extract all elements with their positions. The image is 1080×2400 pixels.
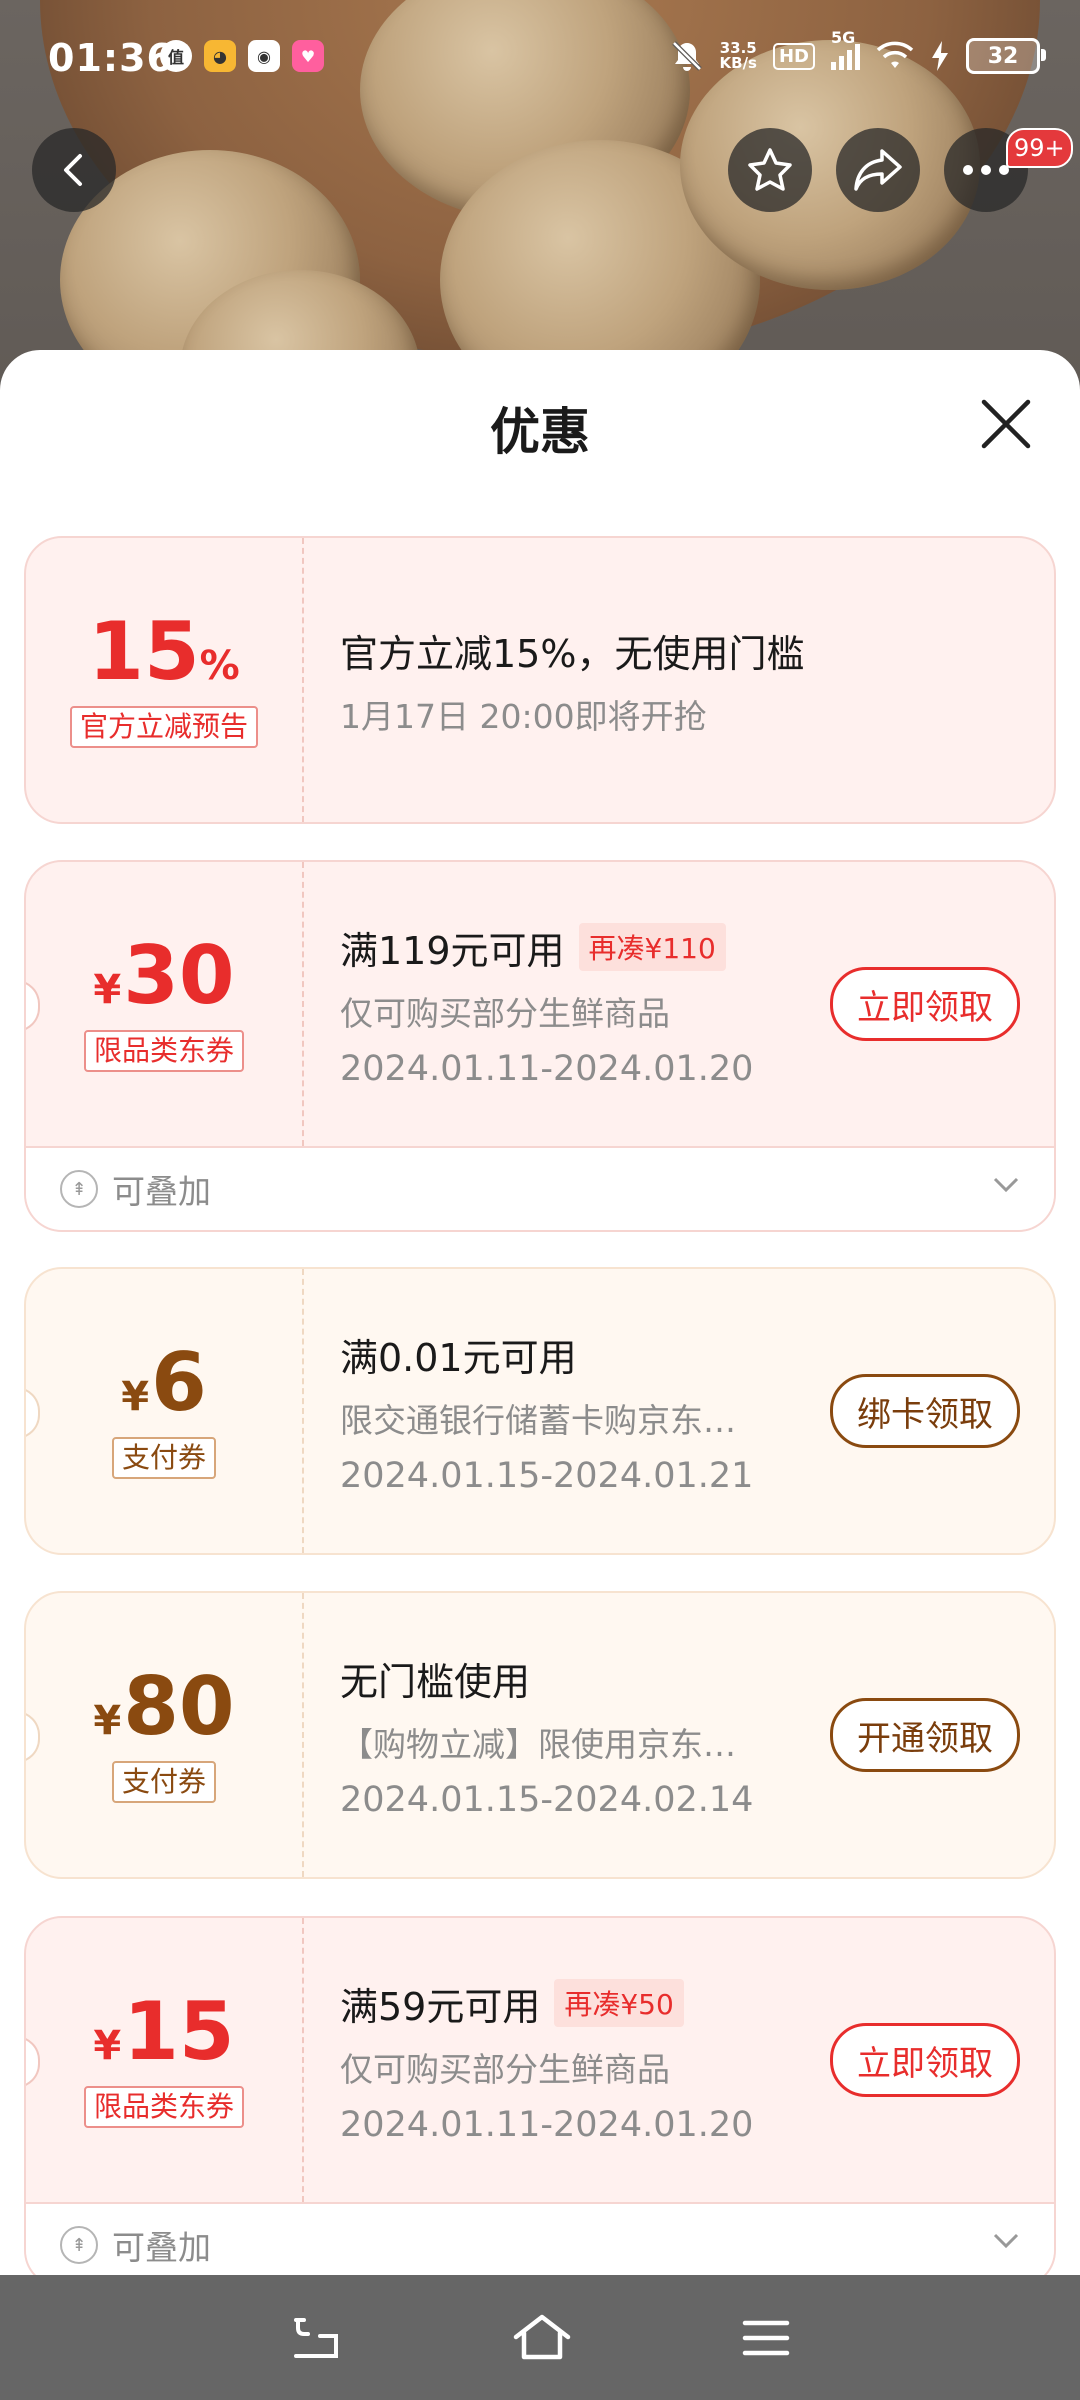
stack-icon: ⇞ (60, 1170, 98, 1208)
coupon-card: ¥ 30 限品类东券 满119元可用 再凑¥110 仅可购买部分生鲜商品 202… (24, 860, 1056, 1232)
sheet-title: 优惠 (490, 403, 590, 461)
nav-menu-icon[interactable] (742, 2318, 790, 2358)
coupon-scope: 限交通银行储蓄卡购京东… (340, 1400, 736, 1440)
add-more-tag: 再凑¥110 (578, 923, 726, 971)
coupon-start-time: 1月17日 20:00即将开抢 (340, 696, 707, 736)
app-notification-icon: ♥ (292, 40, 324, 72)
coupon-validity: 2024.01.11-2024.01.20 (340, 2104, 754, 2145)
hd-icon: HD (772, 42, 815, 70)
coupon-card: ¥ 80 支付券 无门槛使用 【购物立减】限使用京东… 2024.01.15-2… (24, 1591, 1056, 1879)
coupon-type-tag: 官方立减预告 (69, 706, 258, 748)
battery-level: 32 (987, 43, 1019, 69)
coupon-validity: 2024.01.15-2024.01.21 (340, 1455, 754, 1496)
stackable-label: 可叠加 (112, 1172, 211, 1211)
currency-symbol: ¥ (93, 2023, 122, 2069)
coupon-threshold: 满119元可用 (340, 928, 565, 973)
coupon-threshold: 满59元可用 (340, 1984, 541, 2029)
star-icon (748, 148, 792, 191)
currency-symbol: ¥ (93, 1698, 122, 1744)
stackable-label: 可叠加 (112, 2228, 211, 2267)
chevron-down-icon[interactable] (992, 1176, 1020, 1194)
coupon-threshold: 满0.01元可用 (340, 1335, 577, 1380)
wifi-icon (876, 41, 914, 68)
back-button[interactable] (32, 128, 116, 212)
clock: 01:36 (48, 36, 174, 80)
add-more-tag: 再凑¥50 (554, 1979, 684, 2027)
nav-home-icon[interactable] (512, 2313, 572, 2363)
coupon-value: 15 % 官方立减预告 (26, 538, 302, 822)
coupon-amount: 30 (123, 929, 235, 1022)
status-indicators: 33.5 KB/s HD 5G 32 (670, 28, 1046, 74)
currency-symbol: ¥ (93, 967, 122, 1013)
coupon-type-tag: 支付券 (111, 1761, 216, 1803)
system-nav-bar (0, 2275, 1080, 2400)
more-icon (963, 165, 1009, 175)
coupon-amount: 15 (123, 1985, 235, 2078)
promotions-sheet: 优惠 15 % 官方立减预告 官方立减15%，无使用门槛 1月17日 20:00… (0, 350, 1080, 2275)
network-speed: 33.5 KB/s (720, 41, 757, 71)
close-icon (981, 399, 1031, 449)
share-icon (854, 149, 902, 191)
coupon-card: ¥ 6 支付券 满0.01元可用 限交通银行储蓄卡购京东… 2024.01.15… (24, 1267, 1056, 1555)
chevron-down-icon[interactable] (992, 2232, 1020, 2250)
app-notification-icon: ◕ (204, 40, 236, 72)
battery-icon: 32 (966, 38, 1046, 74)
coupon-amount: 80 (123, 1660, 235, 1753)
coupon-card-official-discount: 15 % 官方立减预告 官方立减15%，无使用门槛 1月17日 20:00即将开… (24, 536, 1056, 824)
back-icon (64, 154, 82, 186)
qq-icon: ◉ (248, 40, 280, 72)
status-bar: 01:36 值 ◕ ◉ ♥ 33.5 KB/s HD 5G 32 (0, 0, 1080, 110)
coupon-threshold: 无门槛使用 (340, 1659, 531, 1704)
currency-symbol: ¥ (121, 1374, 150, 1420)
charging-icon (932, 41, 948, 71)
network-type: 5G (831, 28, 856, 47)
coupon-value: ¥ 30 限品类东券 (26, 862, 302, 1146)
network-speed-unit: KB/s (719, 54, 757, 72)
mute-icon (671, 41, 702, 71)
favorite-button[interactable] (728, 128, 812, 212)
coupon-scope: 【购物立减】限使用京东… (340, 1724, 736, 1764)
app-notification-icon: 值 (160, 40, 192, 72)
coupon-amount-suffix: % (199, 643, 240, 689)
claim-button[interactable]: 立即领取 (830, 2023, 1020, 2097)
nav-back-icon[interactable] (290, 2316, 342, 2360)
bind-card-claim-button[interactable]: 绑卡领取 (830, 1374, 1020, 1448)
coupon-value: ¥ 6 支付券 (26, 1269, 302, 1553)
cell-signal-icon: 5G (831, 28, 860, 70)
coupon-type-tag: 限品类东券 (83, 2086, 244, 2128)
coupon-amount: 15 (88, 605, 200, 698)
message-count-badge: 99+ (1006, 128, 1073, 168)
coupon-scope: 仅可购买部分生鲜商品 (340, 993, 670, 1033)
coupon-amount: 6 (151, 1336, 207, 1429)
coupon-value: ¥ 15 限品类东券 (26, 1918, 302, 2202)
coupon-validity: 2024.01.11-2024.01.20 (340, 1048, 754, 1089)
stackable-row[interactable]: ⇞ 可叠加 (26, 1146, 1054, 1230)
coupon-type-tag: 限品类东券 (83, 1030, 244, 1072)
activate-claim-button[interactable]: 开通领取 (830, 1698, 1020, 1772)
claim-button[interactable]: 立即领取 (830, 967, 1020, 1041)
coupon-scope: 仅可购买部分生鲜商品 (340, 2049, 670, 2089)
notification-icons: 值 ◕ ◉ ♥ (160, 40, 324, 72)
coupon-validity: 2024.01.15-2024.02.14 (340, 1779, 754, 1820)
coupon-type-tag: 支付券 (111, 1437, 216, 1479)
stackable-row[interactable]: ⇞ 可叠加 (26, 2202, 1054, 2275)
close-button[interactable] (976, 394, 1036, 454)
coupon-value: ¥ 80 支付券 (26, 1593, 302, 1877)
coupon-card: ¥ 15 限品类东券 满59元可用 再凑¥50 仅可购买部分生鲜商品 2024.… (24, 1916, 1056, 2275)
coupon-title: 官方立减15%，无使用门槛 (340, 631, 805, 676)
stack-icon: ⇞ (60, 2226, 98, 2264)
share-button[interactable] (836, 128, 920, 212)
